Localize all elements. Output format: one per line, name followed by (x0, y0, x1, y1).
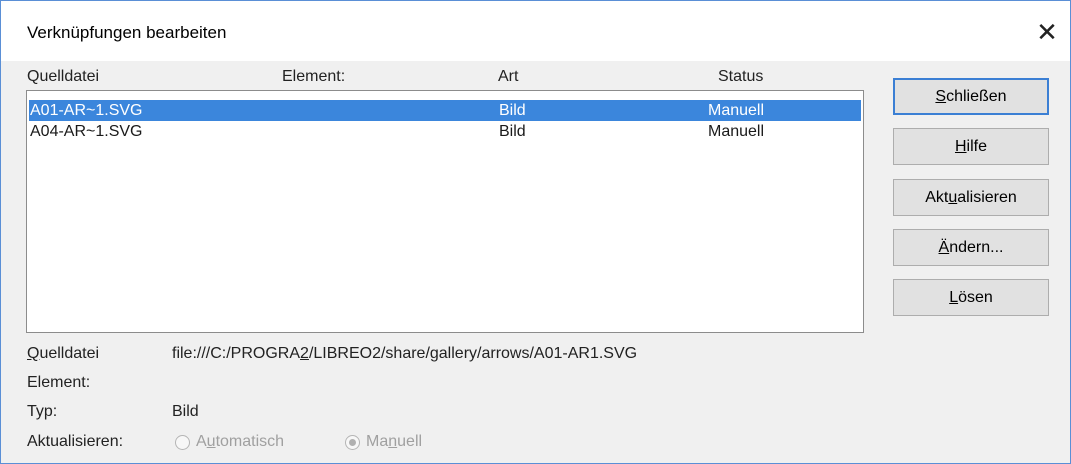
radio-checked-icon (345, 434, 360, 450)
update-button[interactable]: Aktualisieren (893, 179, 1049, 216)
list-item-type: Bild (499, 102, 526, 119)
column-header-element: Element: (282, 68, 346, 85)
type-label: Typ: (27, 403, 58, 420)
modify-button-label: Ändern... (938, 238, 1004, 256)
manual-radio[interactable]: Manuell (345, 433, 422, 451)
break-link-button[interactable]: Lösen (893, 279, 1049, 316)
element-label: Element: (27, 374, 91, 391)
radio-unchecked-icon (175, 434, 190, 450)
dialog-title: Verknüpfungen bearbeiten (27, 23, 227, 42)
close-icon[interactable]: ✕ (1024, 15, 1070, 49)
type-value: Bild (172, 403, 199, 420)
column-header-source: Quelldatei (27, 68, 100, 85)
source-label: Quelldatei (27, 345, 100, 362)
close-button-label: Schließen (935, 87, 1007, 105)
links-list[interactable]: A01-AR~1.SVG Bild Manuell A04-AR~1.SVG B… (26, 90, 864, 333)
manual-radio-label: Manuell (366, 433, 423, 450)
automatic-radio[interactable]: Automatisch (175, 433, 284, 451)
close-button[interactable]: Schließen (893, 78, 1049, 115)
column-header-type: Art (498, 68, 519, 85)
list-item-status: Manuell (708, 102, 765, 119)
list-item[interactable]: A01-AR~1.SVG Bild Manuell (29, 100, 861, 121)
source-value: file:///C:/PROGRA2/LIBREO2/share/gallery… (172, 345, 638, 362)
list-item-source: A04-AR~1.SVG (30, 123, 143, 140)
list-item[interactable]: A04-AR~1.SVG Bild Manuell (29, 121, 861, 142)
list-item-source: A01-AR~1.SVG (30, 102, 143, 119)
help-button[interactable]: Hilfe (893, 128, 1049, 165)
break-link-button-label: Lösen (949, 288, 993, 306)
edit-links-dialog: Verknüpfungen bearbeiten ✕ Quelldatei El… (0, 0, 1071, 464)
column-header-status: Status (718, 68, 764, 85)
list-item-type: Bild (499, 123, 526, 140)
help-button-label: Hilfe (954, 137, 987, 155)
update-button-label: Aktualisieren (925, 188, 1017, 206)
list-item-status: Manuell (708, 123, 765, 140)
title-bar: Verknüpfungen bearbeiten ✕ (1, 1, 1070, 61)
modify-button[interactable]: Ändern... (893, 229, 1049, 266)
update-mode-label: Aktualisieren: (27, 433, 124, 450)
automatic-radio-label: Automatisch (196, 433, 285, 450)
